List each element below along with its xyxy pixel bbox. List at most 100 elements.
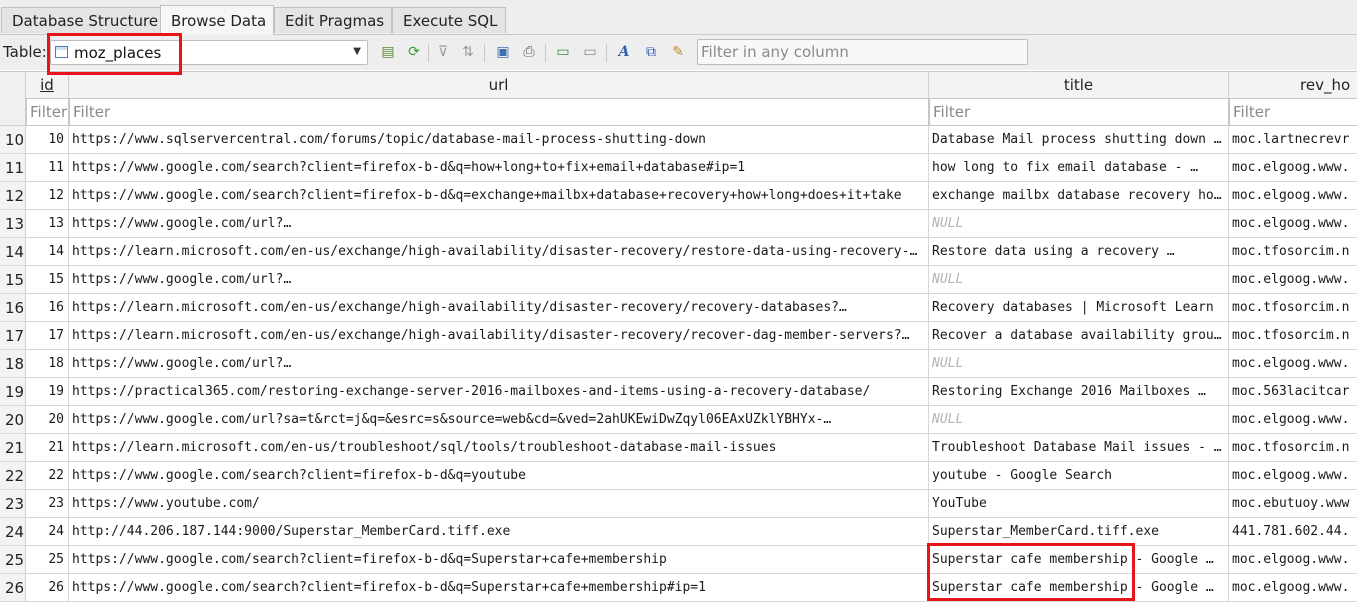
tab-browse-data[interactable]: Browse Data [160, 5, 274, 35]
settings-icon[interactable]: ✎ [668, 42, 688, 62]
insert-record-icon[interactable]: ▭ [553, 42, 573, 62]
cell-rev-host[interactable]: moc.elgoog.www. [1229, 350, 1357, 378]
row-number[interactable]: 24 [0, 518, 26, 546]
cell-id[interactable]: 12 [26, 182, 69, 210]
cell-rev-host[interactable]: moc.elgoog.www. [1229, 546, 1357, 574]
cell-title[interactable]: Superstar_MemberCard.tiff.exe [929, 518, 1229, 546]
cell-rev-host[interactable]: moc.elgoog.www. [1229, 574, 1357, 602]
cell-id[interactable]: 15 [26, 266, 69, 294]
cell-url[interactable]: https://learn.microsoft.com/en-us/troubl… [69, 434, 929, 462]
cell-rev-host[interactable]: moc.tfosorcim.n [1229, 238, 1357, 266]
cell-url[interactable]: https://www.google.com/url?… [69, 266, 929, 294]
row-number[interactable]: 14 [0, 238, 26, 266]
row-number[interactable]: 19 [0, 378, 26, 406]
row-number[interactable]: 23 [0, 490, 26, 518]
cell-url[interactable]: https://practical365.com/restoring-excha… [69, 378, 929, 406]
row-number[interactable]: 12 [0, 182, 26, 210]
tab-execute-sql[interactable]: Execute SQL [392, 7, 506, 33]
print-icon[interactable]: ⎙ [519, 42, 539, 62]
row-number[interactable]: 17 [0, 322, 26, 350]
filter-rev-host[interactable]: Filter [1229, 98, 1357, 126]
cell-id[interactable]: 21 [26, 434, 69, 462]
text-format-icon[interactable]: A [614, 42, 634, 62]
sort-icon[interactable]: ⇅ [458, 42, 478, 62]
cell-id[interactable]: 20 [26, 406, 69, 434]
cell-id[interactable]: 18 [26, 350, 69, 378]
row-number[interactable]: 26 [0, 574, 26, 602]
row-number[interactable]: 16 [0, 294, 26, 322]
cell-rev-host[interactable]: moc.lartnecrevr [1229, 126, 1357, 154]
chevron-down-icon[interactable]: ▼ [353, 46, 361, 57]
grid-corner[interactable] [0, 72, 26, 126]
cell-url[interactable]: https://www.google.com/search?client=fir… [69, 154, 929, 182]
delete-record-icon[interactable]: ▭ [580, 42, 600, 62]
row-number[interactable]: 20 [0, 406, 26, 434]
cell-title[interactable]: Recover a database availability grou… [929, 322, 1229, 350]
refresh-icon[interactable]: ⟳ [404, 42, 424, 62]
cell-title[interactable]: Troubleshoot Database Mail issues - … [929, 434, 1229, 462]
cell-title[interactable]: how long to fix email database - … [929, 154, 1229, 182]
cell-id[interactable]: 14 [26, 238, 69, 266]
cell-url[interactable]: https://www.google.com/search?client=fir… [69, 462, 929, 490]
cell-id[interactable]: 17 [26, 322, 69, 350]
cell-url[interactable]: https://learn.microsoft.com/en-us/exchan… [69, 238, 929, 266]
cell-rev-host[interactable]: 441.781.602.44. [1229, 518, 1357, 546]
cell-id[interactable]: 16 [26, 294, 69, 322]
row-number[interactable]: 13 [0, 210, 26, 238]
cell-title[interactable]: NULL [929, 210, 1229, 238]
cell-rev-host[interactable]: moc.elgoog.www. [1229, 406, 1357, 434]
cell-url[interactable]: https://www.youtube.com/ [69, 490, 929, 518]
data-grid[interactable]: id url title rev_ho Filter Filter Filter… [0, 71, 1357, 603]
cell-title[interactable]: YouTube [929, 490, 1229, 518]
cell-title[interactable]: Recovery databases | Microsoft Learn [929, 294, 1229, 322]
cell-url[interactable]: https://learn.microsoft.com/en-us/exchan… [69, 322, 929, 350]
cell-title[interactable]: Restore data using a recovery … [929, 238, 1229, 266]
cell-id[interactable]: 25 [26, 546, 69, 574]
column-header-url[interactable]: url [69, 72, 929, 98]
cell-id[interactable]: 11 [26, 154, 69, 182]
cell-rev-host[interactable]: moc.ebutuoy.www [1229, 490, 1357, 518]
column-header-title[interactable]: title [929, 72, 1229, 98]
cell-id[interactable]: 10 [26, 126, 69, 154]
cell-url[interactable]: https://www.google.com/search?client=fir… [69, 182, 929, 210]
row-number[interactable]: 15 [0, 266, 26, 294]
cell-rev-host[interactable]: moc.elgoog.www. [1229, 210, 1357, 238]
filter-title[interactable]: Filter [929, 98, 1229, 126]
cell-id[interactable]: 26 [26, 574, 69, 602]
row-number[interactable]: 21 [0, 434, 26, 462]
cell-rev-host[interactable]: moc.elgoog.www. [1229, 182, 1357, 210]
cell-rev-host[interactable]: moc.elgoog.www. [1229, 154, 1357, 182]
cell-url[interactable]: http://44.206.187.144:9000/Superstar_Mem… [69, 518, 929, 546]
cell-rev-host[interactable]: moc.tfosorcim.n [1229, 294, 1357, 322]
row-number[interactable]: 25 [0, 546, 26, 574]
cell-rev-host[interactable]: moc.tfosorcim.n [1229, 434, 1357, 462]
cell-rev-host[interactable]: moc.563lacitcar [1229, 378, 1357, 406]
tab-database-structure[interactable]: Database Structure [1, 7, 161, 33]
cell-url[interactable]: https://www.google.com/url?… [69, 350, 929, 378]
row-number[interactable]: 18 [0, 350, 26, 378]
cell-title[interactable]: Restoring Exchange 2016 Mailboxes … [929, 378, 1229, 406]
filter-url[interactable]: Filter [69, 98, 929, 126]
global-filter-input[interactable]: Filter in any column [697, 39, 1028, 65]
encoding-icon[interactable]: ⧉ [641, 42, 661, 62]
cell-title[interactable]: exchange mailbx database recovery ho… [929, 182, 1229, 210]
cell-title[interactable]: NULL [929, 406, 1229, 434]
tab-edit-pragmas[interactable]: Edit Pragmas [274, 7, 392, 33]
cell-rev-host[interactable]: moc.elgoog.www. [1229, 266, 1357, 294]
cell-url[interactable]: https://www.google.com/search?client=fir… [69, 574, 929, 602]
cell-url[interactable]: https://www.google.com/search?client=fir… [69, 546, 929, 574]
column-header-id[interactable]: id [26, 72, 69, 98]
save-table-icon[interactable]: ▣ [493, 42, 513, 62]
filter-id[interactable]: Filter [26, 98, 69, 126]
cell-id[interactable]: 13 [26, 210, 69, 238]
row-number[interactable]: 22 [0, 462, 26, 490]
clear-filters-icon[interactable]: ⊽ [433, 42, 453, 62]
cell-id[interactable]: 24 [26, 518, 69, 546]
cell-rev-host[interactable]: moc.tfosorcim.n [1229, 322, 1357, 350]
cell-rev-host[interactable]: moc.elgoog.www. [1229, 462, 1357, 490]
cell-url[interactable]: https://www.sqlservercentral.com/forums/… [69, 126, 929, 154]
cell-id[interactable]: 22 [26, 462, 69, 490]
cell-id[interactable]: 23 [26, 490, 69, 518]
cell-url[interactable]: https://www.google.com/url?… [69, 210, 929, 238]
cell-title[interactable]: youtube - Google Search [929, 462, 1229, 490]
